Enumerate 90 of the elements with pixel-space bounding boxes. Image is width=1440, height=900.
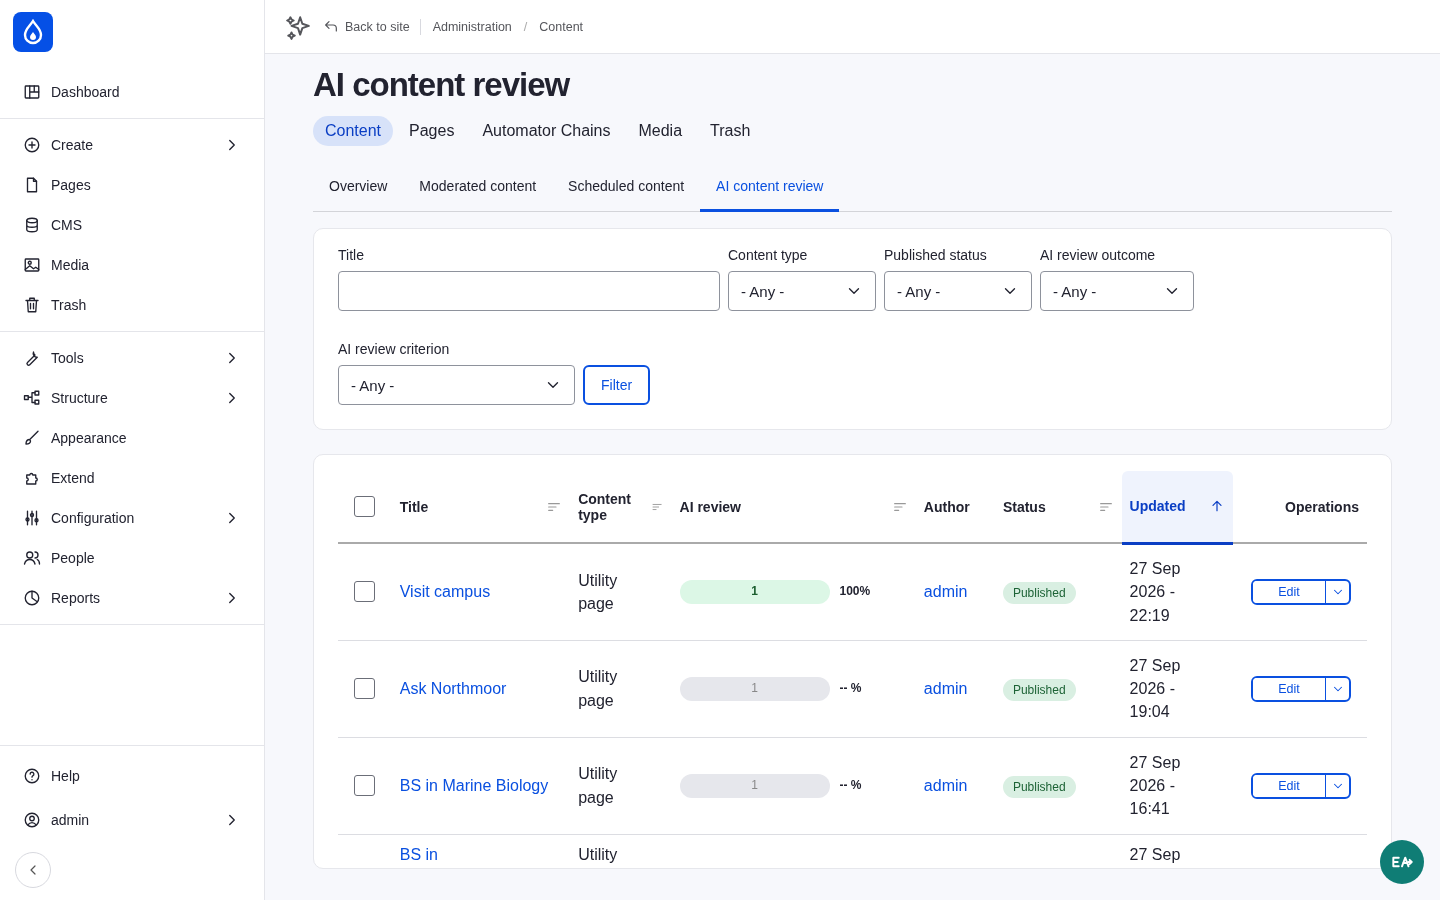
eca-button[interactable] (1380, 840, 1424, 884)
tab[interactable]: Scheduled content (552, 170, 701, 212)
title-link[interactable]: BS in (399, 845, 438, 863)
tab[interactable]: Automator Chains (470, 116, 623, 146)
title-input[interactable] (338, 271, 720, 311)
tab[interactable]: Content (313, 116, 394, 146)
select-field[interactable]: - Any - (338, 365, 575, 405)
image-icon (23, 256, 41, 274)
logo-icon[interactable] (13, 12, 53, 52)
column-header[interactable]: Updated (1121, 471, 1234, 543)
review-score-bar: 1 (679, 773, 830, 798)
table-cell: Utility (570, 834, 672, 868)
status-badge: Published (1002, 582, 1076, 605)
tab[interactable]: Moderated content (403, 170, 553, 212)
select-field[interactable]: - Any - (728, 271, 876, 311)
breadcrumb-link[interactable]: Content (539, 19, 584, 34)
plus-circle-icon (23, 136, 41, 154)
database-icon (23, 216, 41, 234)
sidebar-item[interactable]: Structure (13, 378, 251, 418)
sidebar-item[interactable]: Configuration (13, 498, 251, 538)
sidebar-item[interactable]: Reports (13, 578, 251, 618)
column-header[interactable]: Title (391, 471, 571, 543)
column-header[interactable]: Operations (1233, 471, 1367, 543)
tab[interactable]: Pages (397, 116, 467, 146)
row-checkbox[interactable] (354, 581, 375, 603)
brush-icon (23, 429, 41, 447)
sidebar-item[interactable]: Trash (13, 285, 251, 325)
field-label: Title (338, 247, 365, 263)
tab[interactable]: Overview (313, 170, 404, 212)
pie-chart-icon (23, 589, 41, 607)
structure-icon (23, 389, 41, 407)
tab[interactable]: Media (626, 116, 695, 146)
tab[interactable]: Trash (698, 116, 763, 146)
sidebar-item[interactable]: Help (13, 754, 251, 798)
sidebar-item[interactable]: Extend (13, 458, 251, 498)
field-label: Published status (884, 247, 988, 263)
select-field[interactable]: - Any - (1040, 271, 1194, 311)
breadcrumb-link[interactable]: Administration (432, 19, 512, 34)
sidebar-item[interactable]: admin (13, 798, 251, 842)
author-link[interactable]: admin (923, 583, 968, 601)
page-title: AI content review (313, 66, 571, 104)
review-percent: 100% (839, 583, 871, 601)
field-label: Content type (728, 247, 809, 263)
status-badge: Published (1002, 678, 1076, 701)
author-link[interactable]: admin (923, 679, 968, 697)
sidebar-item[interactable]: CMS (13, 205, 251, 245)
help-icon (23, 767, 41, 785)
back-link[interactable]: Back to site (345, 19, 410, 34)
review-score-bar: 1 (679, 579, 830, 604)
column-header[interactable]: AI review (671, 471, 916, 543)
people-icon (23, 549, 41, 567)
review-percent: -- % (839, 679, 862, 697)
filter-button[interactable]: Filter (583, 365, 651, 405)
row-checkbox[interactable] (354, 775, 375, 796)
sliders-icon (23, 509, 41, 527)
sidebar-item[interactable]: Create (13, 125, 251, 165)
title-link[interactable]: Ask Northmoor (399, 676, 555, 701)
breadcrumb-separator: / (523, 19, 528, 34)
table-cell: 27 Sep 2026 - 16:41 (1121, 737, 1234, 834)
table-cell: Utility page (570, 543, 672, 640)
select-field[interactable]: - Any - (884, 271, 1032, 311)
back-arrow-icon (323, 18, 339, 35)
table-cell: 27 Sep 2026 - 22:19 (1121, 543, 1234, 640)
row-checkbox[interactable] (354, 678, 375, 699)
select-all-checkbox[interactable] (354, 496, 375, 517)
review-score-bar: 1 (679, 676, 830, 701)
user-icon (23, 811, 41, 829)
title-link[interactable]: Visit campus (399, 580, 555, 604)
review-percent: -- % (839, 776, 862, 794)
sidebar-item[interactable]: People (13, 538, 251, 578)
sparkle-icon (285, 13, 311, 40)
sidebar-item[interactable]: Media (13, 245, 251, 285)
trash-icon (23, 296, 41, 314)
tab[interactable]: AI content review (700, 170, 840, 212)
table-cell: 27 Sep (1121, 834, 1234, 868)
field-label: AI review criterion (338, 341, 451, 357)
table-cell: Utility page (570, 737, 672, 834)
table-cell: 27 Sep 2026 - 19:04 (1121, 640, 1234, 737)
column-header[interactable]: Author (915, 471, 995, 543)
field-label: AI review outcome (1040, 247, 1157, 263)
author-link[interactable]: admin (923, 776, 968, 794)
sidebar-item[interactable]: Pages (13, 165, 251, 205)
grid-icon (23, 83, 41, 101)
table-cell: Utility page (570, 640, 672, 737)
title-link[interactable]: BS in Marine Biology (399, 773, 555, 798)
column-header[interactable]: Content type (570, 471, 672, 543)
status-badge: Published (1002, 775, 1076, 798)
sidebar-item[interactable]: Dashboard (13, 72, 251, 112)
sidebar-item[interactable]: Appearance (13, 418, 251, 458)
sidebar-item[interactable]: Tools (13, 338, 251, 378)
